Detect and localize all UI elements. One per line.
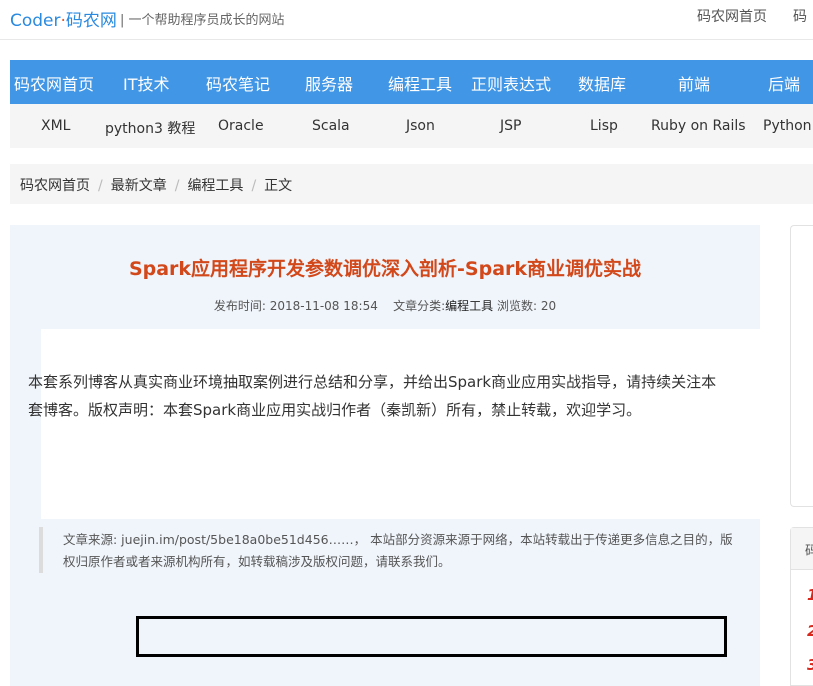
logo-text: Coder xyxy=(10,11,61,31)
breadcrumb: 码农网首页 / 最新文章 / 编程工具 / 正文 xyxy=(10,164,813,204)
rank-number: 1 xyxy=(807,586,813,604)
meta-date-label: 发布时间: xyxy=(213,299,266,313)
source-notice: 文章来源: juejin.im/post/5be18a0be51d456……， … xyxy=(39,527,750,573)
top-link-more[interactable]: 码 xyxy=(793,9,807,25)
main-nav-server[interactable]: 服务器 xyxy=(305,71,353,95)
sub-nav-rails[interactable]: Ruby on Rails xyxy=(651,118,746,134)
copyright-highlight-box xyxy=(136,616,727,657)
sub-nav-oracle[interactable]: Oracle xyxy=(218,118,264,134)
main-nav-home[interactable]: 码农网首页 xyxy=(14,71,94,95)
breadcrumb-category[interactable]: 编程工具 xyxy=(187,178,243,194)
sub-nav: XML python3 教程 Oracle Scala Json JSP Lis… xyxy=(10,104,813,148)
sidebar-box xyxy=(790,225,813,507)
site-logo[interactable]: Coder·码农网 xyxy=(10,6,117,31)
main-nav: 码农网首页 IT技术 码农笔记 服务器 编程工具 正则表达式 数据库 前端 后端 xyxy=(10,60,813,104)
main-nav-database[interactable]: 数据库 xyxy=(578,71,626,95)
sub-nav-lisp[interactable]: Lisp xyxy=(590,118,618,134)
ad-placeholder xyxy=(41,329,760,519)
main-nav-tools[interactable]: 编程工具 xyxy=(388,71,452,95)
sub-nav-xml[interactable]: XML xyxy=(41,118,70,134)
rank-number: 2 xyxy=(807,622,813,640)
article-body: 本套系列博客从真实商业环境抽取案例进行总结和分享，并给出Spark商业应用实战指… xyxy=(28,373,717,419)
meta-category-link[interactable]: 编程工具 xyxy=(445,299,493,313)
main-nav-it-tech[interactable]: IT技术 xyxy=(123,71,170,95)
top-links: 码农网首页 码 xyxy=(697,6,813,26)
breadcrumb-separator: / xyxy=(251,178,257,194)
sub-nav-scala[interactable]: Scala xyxy=(312,118,350,134)
breadcrumb-separator: / xyxy=(98,178,103,194)
article-meta: 发布时间: 2018-11-08 18:54 文章分类:编程工具 浏览数: 20 xyxy=(10,297,760,314)
breadcrumb-current: 正文 xyxy=(264,178,293,194)
breadcrumb-separator: / xyxy=(174,178,180,194)
main-nav-backend[interactable]: 后端 xyxy=(768,71,800,95)
main-nav-frontend[interactable]: 前端 xyxy=(678,71,710,95)
sub-nav-python[interactable]: Python xyxy=(763,118,812,134)
meta-views: 20 xyxy=(540,299,557,313)
sub-nav-python3[interactable]: python3 教程 xyxy=(105,118,195,138)
sidebar-ranking-header: 码 xyxy=(791,528,813,570)
meta-views-label: 浏览数: xyxy=(497,299,538,313)
sub-nav-json[interactable]: Json xyxy=(406,118,435,134)
site-slogan: | 一个帮助程序员成长的网站 xyxy=(120,13,285,28)
sub-nav-jsp[interactable]: JSP xyxy=(500,118,521,134)
main-nav-notes[interactable]: 码农笔记 xyxy=(206,71,270,95)
article-title: Spark应用程序开发参数调优深入剖析-Spark商业调优实战 xyxy=(128,258,642,280)
logo-cn-text: 码农网 xyxy=(65,11,117,31)
meta-date: 2018-11-08 18:54 xyxy=(269,299,378,313)
sidebar-ranking-box: 码 1 2 3 xyxy=(790,527,813,686)
main-nav-regex[interactable]: 正则表达式 xyxy=(471,71,551,95)
breadcrumb-latest[interactable]: 最新文章 xyxy=(111,178,167,194)
meta-category-label: 文章分类: xyxy=(393,299,446,313)
top-header: Coder·码农网 | 一个帮助程序员成长的网站 码农网首页 码 xyxy=(0,0,813,40)
rank-number: 3 xyxy=(807,656,813,674)
top-link-home[interactable]: 码农网首页 xyxy=(697,9,767,25)
breadcrumb-home[interactable]: 码农网首页 xyxy=(20,178,90,194)
